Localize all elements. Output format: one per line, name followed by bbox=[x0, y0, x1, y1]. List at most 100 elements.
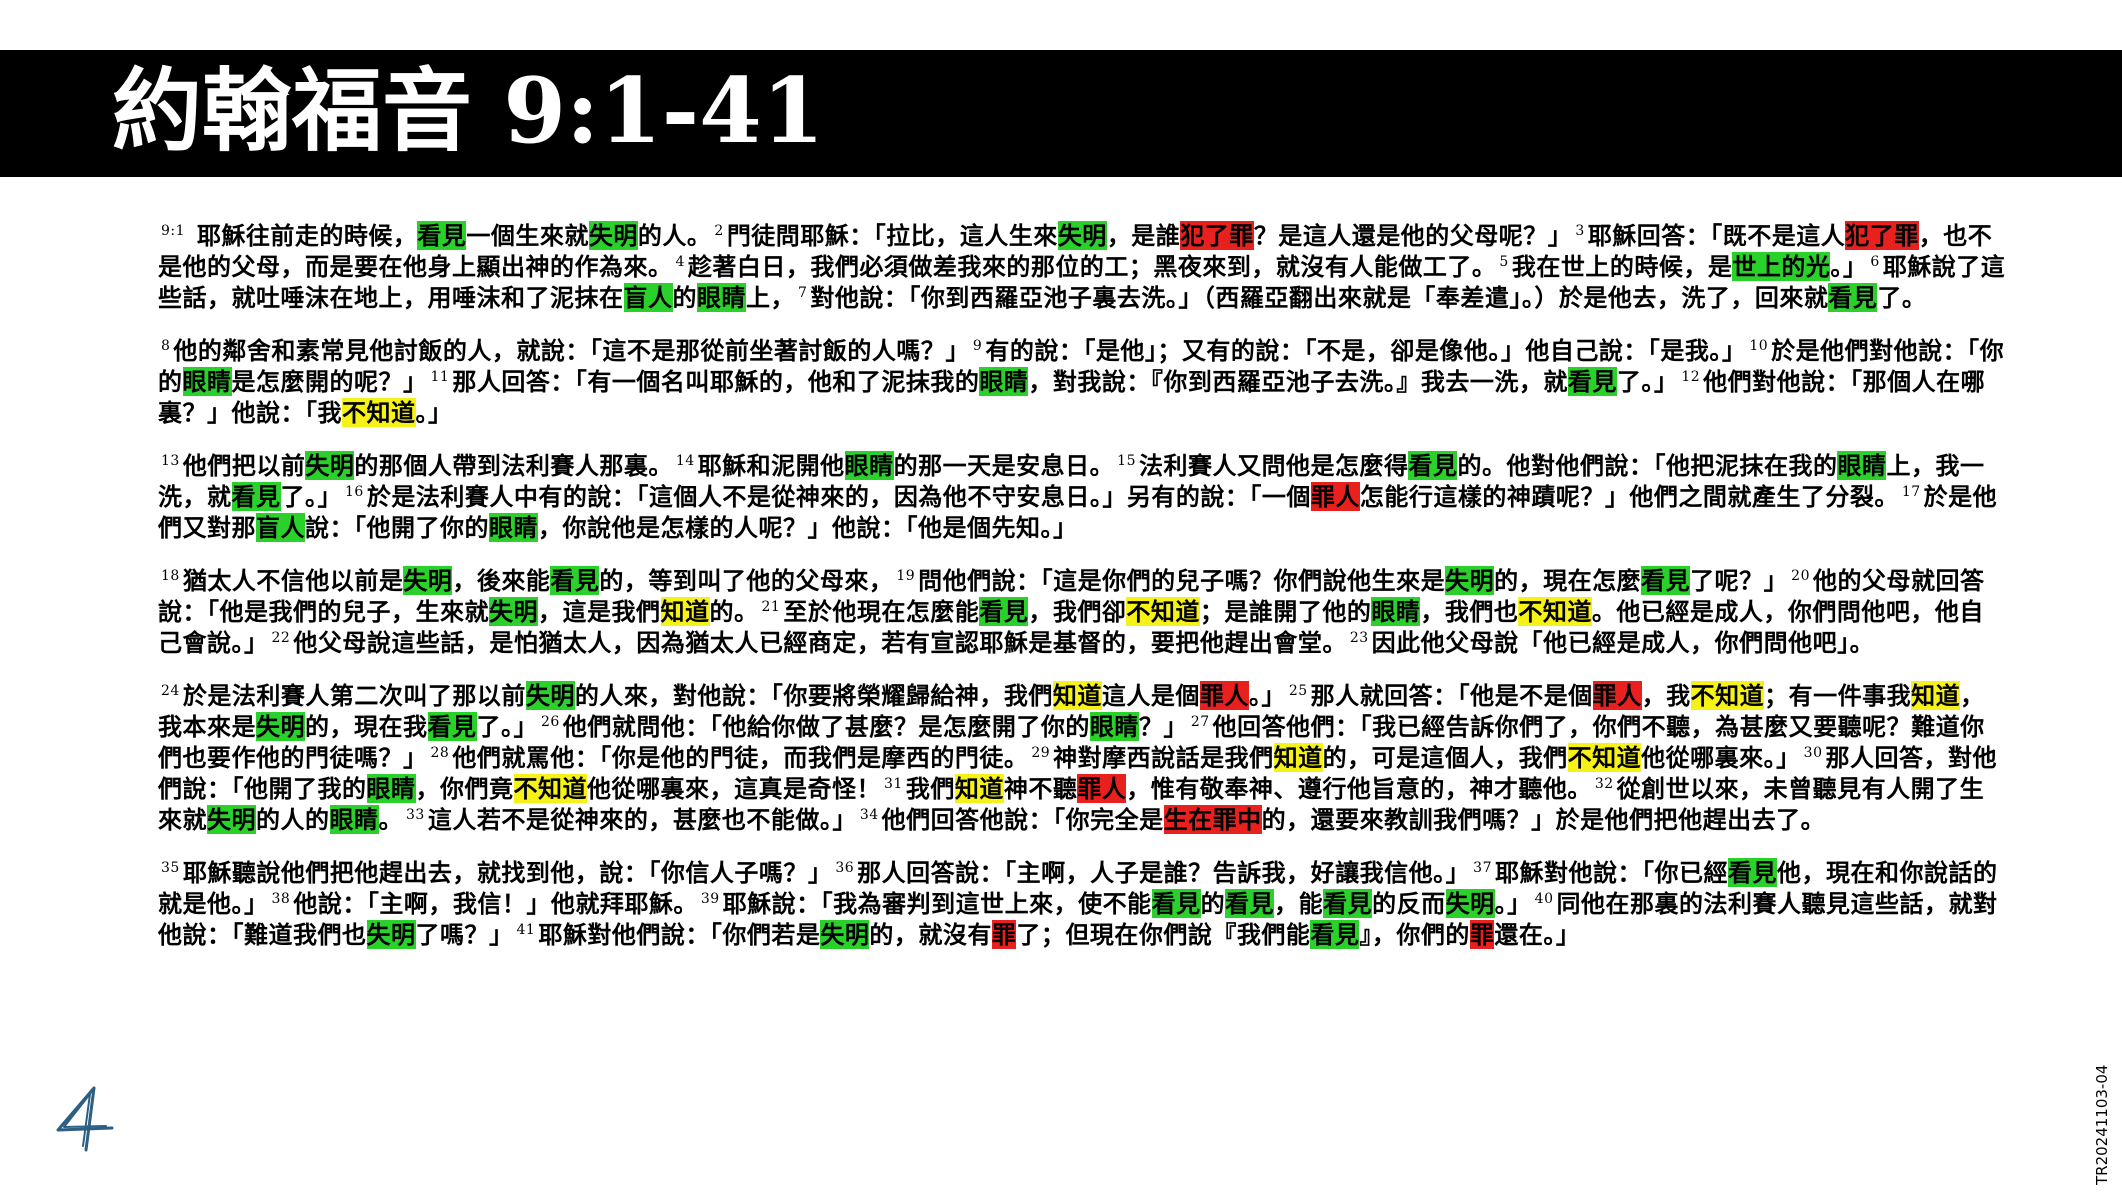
verse-text: 還在。」 bbox=[1494, 920, 1581, 949]
highlight-green: 眼睛 bbox=[182, 367, 232, 396]
verse-text: 於是法利賽人第二次叫了那以前 bbox=[182, 681, 526, 710]
verse-number: 6 bbox=[1870, 254, 1880, 270]
highlight-green: 看見 bbox=[550, 566, 600, 595]
verse-number: 3 bbox=[1575, 223, 1585, 239]
highlight-green: 看見 bbox=[1151, 889, 1201, 918]
verse-text: 耶穌回答：「既不是這人 bbox=[1587, 221, 1846, 250]
highlight-green: 看見 bbox=[1727, 858, 1777, 887]
highlight-green: 眼睛 bbox=[366, 774, 416, 803]
highlight-green: 盲人 bbox=[623, 283, 673, 312]
page-title: 約翰福音 9:1-41 bbox=[112, 58, 825, 164]
verse-number: 16 bbox=[345, 484, 364, 500]
verse-text: 了嗎？」 bbox=[415, 920, 514, 949]
highlight-green: 眼睛 bbox=[1837, 451, 1887, 480]
highlight-red: 犯了罪 bbox=[1180, 221, 1254, 250]
verse-text: 上， bbox=[746, 283, 795, 312]
highlight-green: 看見 bbox=[1567, 367, 1617, 396]
highlight-green: 失明 bbox=[366, 920, 416, 949]
verse-text: 了呢？」 bbox=[1690, 566, 1789, 595]
highlight-yellow: 不知道 bbox=[342, 398, 416, 427]
verse-text: 一個生來就 bbox=[466, 221, 589, 250]
verse-text: 問他們說：「這是你們的兒子嗎？你們說他生來是 bbox=[918, 566, 1446, 595]
verse-number: 20 bbox=[1791, 568, 1810, 584]
highlight-green: 失明 bbox=[525, 681, 575, 710]
verse-text: 是怎麼開的呢？」 bbox=[231, 367, 428, 396]
highlight-red: 罪人 bbox=[1310, 482, 1360, 511]
verse-number: 25 bbox=[1288, 683, 1308, 699]
highlight-green: 盲人 bbox=[256, 513, 305, 542]
verse-text: 他從哪裏來，這真是奇怪！ bbox=[587, 774, 881, 803]
verse-text: ，我們卻 bbox=[1028, 597, 1127, 626]
document-code-text: TR20241103-04 bbox=[2093, 1064, 2111, 1185]
highlight-green: 失明 bbox=[256, 712, 305, 741]
verse-text: 的那一天是安息日。 bbox=[893, 451, 1115, 480]
verse-text: 的，等到叫了他的父母來， bbox=[599, 566, 894, 595]
verse-number: 27 bbox=[1190, 714, 1210, 730]
verse-number: 12 bbox=[1681, 369, 1701, 385]
verse-number: 17 bbox=[1901, 484, 1921, 500]
highlight-green: 眼睛 bbox=[489, 513, 538, 542]
verse-text: 的，還要來教訓我們嗎？」於是他們把他趕出去了。 bbox=[1261, 805, 1826, 834]
verse-text: 我在世上的時候，是 bbox=[1511, 252, 1733, 281]
highlight-green: 看見 bbox=[1323, 889, 1373, 918]
verse-text: 耶穌聽說他們把他趕出去，就找到他，說：「你信人子嗎？」 bbox=[182, 858, 833, 887]
verse-number: 10 bbox=[1749, 338, 1769, 354]
verse-text: 於是法利賽人中有的說：「這個人不是從神來的，因為他不守安息日。」另有的說：「一個 bbox=[366, 482, 1311, 511]
verse-text: 的，可是這個人，我們 bbox=[1322, 743, 1568, 772]
verse-text: ，你說他是怎樣的人呢？」他說：「他是個先知。」 bbox=[538, 513, 1078, 542]
verse-number: 13 bbox=[161, 453, 180, 469]
highlight-red: 罪人 bbox=[1077, 774, 1127, 803]
verse-text: 門徒問耶穌：「拉比，這人生來 bbox=[726, 221, 1058, 250]
verse-text: 的，就沒有 bbox=[869, 920, 992, 949]
verse-text: 了。」 bbox=[476, 712, 538, 741]
verse-number: 23 bbox=[1349, 630, 1369, 646]
highlight-green: 看見 bbox=[1225, 889, 1275, 918]
highlight-green: 眼睛 bbox=[844, 451, 894, 480]
verse-paragraph: 9:1 耶穌往前走的時候，看見一個生來就失明的人。 2 門徒問耶穌：「拉比，這人生來… bbox=[158, 220, 2008, 313]
highlight-red: 生在罪中 bbox=[1163, 805, 1262, 834]
verse-text: 。 bbox=[378, 805, 403, 834]
verse-text: 的。 bbox=[709, 597, 759, 626]
verse-number: 15 bbox=[1117, 453, 1136, 469]
highlight-green: 失明 bbox=[489, 597, 538, 626]
verse-text: 怎能行這樣的神蹟呢？」他們之間就產生了分裂。 bbox=[1359, 482, 1899, 511]
verse-number: 29 bbox=[1031, 745, 1051, 761]
verse-text: ，能 bbox=[1274, 889, 1324, 918]
verse-number: 38 bbox=[271, 891, 291, 907]
highlight-green: 看見 bbox=[1828, 283, 1878, 312]
verse-text: 的，現在怎麼 bbox=[1494, 566, 1642, 595]
verse-text: 耶穌和泥開他 bbox=[697, 451, 845, 480]
highlight-red: 犯了罪 bbox=[1845, 221, 1919, 250]
verse-number: 7 bbox=[798, 285, 808, 301]
page-number-mark bbox=[50, 1082, 122, 1158]
verse-text: 對他說：「你到西羅亞池子裏去洗。」（西羅亞翻出來就是「奉差遣」。）於是他去，洗了… bbox=[810, 283, 1829, 312]
title-bar: 約翰福音 9:1-41 bbox=[0, 50, 2122, 177]
verse-text: 的。他對他們說：「他把泥抹在我的 bbox=[1457, 451, 1838, 480]
verse-text: ；有一件事我 bbox=[1764, 681, 1912, 710]
verse-text: 的，現在我 bbox=[305, 712, 428, 741]
highlight-yellow: 不知道 bbox=[1126, 597, 1200, 626]
verse-number: 30 bbox=[1803, 745, 1823, 761]
verse-text: 了；但現在你們說『我們能 bbox=[1016, 920, 1311, 949]
verse-text: 這人若不是從神來的，甚麼也不能做。」 bbox=[427, 805, 857, 834]
verse-text: 。」 bbox=[1248, 681, 1286, 710]
verse-text: 了。」 bbox=[280, 482, 342, 511]
verse-text: 神對摩西說話是我們 bbox=[1053, 743, 1274, 772]
verse-number: 39 bbox=[700, 891, 720, 907]
verse-text: ，我們也 bbox=[1420, 597, 1519, 626]
highlight-green: 看見 bbox=[1641, 566, 1691, 595]
highlight-red: 罪人 bbox=[1592, 681, 1642, 710]
verse-text: 說：「他開了你的 bbox=[305, 513, 489, 542]
highlight-green: 眼睛 bbox=[697, 283, 746, 312]
verse-text: 耶穌往前走的時候， bbox=[188, 221, 418, 250]
verse-text: 的人的 bbox=[256, 805, 330, 834]
highlight-green: 失明 bbox=[1057, 221, 1107, 250]
verse-text: 的 bbox=[672, 283, 697, 312]
highlight-yellow: 知道 bbox=[1052, 681, 1102, 710]
verse-text: 那人回答：「有一個名叫耶穌的，他和了泥抹我的 bbox=[452, 367, 980, 396]
verse-text: 的那個人帶到法利賽人那裏。 bbox=[354, 451, 673, 480]
highlight-green: 看見 bbox=[417, 221, 467, 250]
verse-number: 4 bbox=[675, 254, 685, 270]
verse-number: 21 bbox=[761, 599, 781, 615]
verse-number: 35 bbox=[161, 860, 180, 876]
